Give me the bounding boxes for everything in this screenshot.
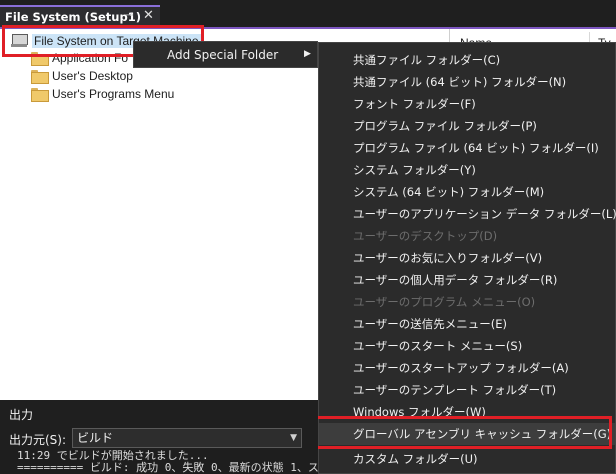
menu-item-program-files[interactable]: プログラム ファイル フォルダー(P) (319, 115, 615, 137)
menu-item-user-programs-menu: ユーザーのプログラム メニュー(O) (353, 295, 536, 309)
menu-item-user-desktop: ユーザーのデスクトップ(D) (353, 229, 498, 243)
menu-item-user-startup[interactable]: ユーザーのスタートアップ フォルダー(A) (319, 357, 615, 379)
folder-icon (31, 70, 49, 84)
output-source-label: 出力元(S): (9, 433, 67, 447)
context-menu: Add Special Folder ▶ (133, 41, 318, 68)
menu-item-user-send-to[interactable]: ユーザーの送信先メニュー(E) (319, 313, 615, 335)
folder-icon (31, 88, 49, 102)
menu-item-system[interactable]: システム フォルダー(Y) (319, 159, 615, 181)
output-log[interactable]: 11:29 でビルドが開始されました... ========== ビルド: 成功… (0, 450, 318, 474)
menu-item-common-files-64[interactable]: 共通ファイル (64 ビット) フォルダー(N) (319, 71, 615, 93)
menu-item-program-files-64[interactable]: プログラム ファイル (64 ビット) フォルダー(I) (319, 137, 615, 159)
menu-item-user-favorites[interactable]: ユーザーのお気に入りフォルダー(V) (319, 247, 615, 269)
computer-icon (11, 34, 28, 48)
menu-item-fonts[interactable]: フォント フォルダー(F) (319, 93, 615, 115)
chevron-down-icon: ▼ (290, 433, 297, 443)
menu-item-custom-folder[interactable]: カスタム フォルダー(U) (319, 448, 615, 470)
tree-node-label: User's Desktop (52, 69, 133, 83)
tab-title: File System (Setup1) (5, 10, 141, 24)
menu-item-user-templates[interactable]: ユーザーのテンプレート フォルダー(T) (319, 379, 615, 401)
special-folder-submenu: 共通ファイル フォルダー(C) 共通ファイル (64 ビット) フォルダー(N)… (318, 42, 616, 474)
output-source-value: ビルド (77, 431, 114, 445)
menu-item-user-app-data[interactable]: ユーザーのアプリケーション データ フォルダー(L) (319, 203, 616, 225)
tree-node-users-desktop[interactable]: User's Desktop (31, 67, 133, 85)
output-panel: 出力 出力元(S): ビルド ▼ 11:29 でビルドが開始されました... =… (0, 400, 318, 474)
tab-file-system[interactable]: File System (Setup1) ⊸ ✕ (0, 5, 160, 27)
output-title: 出力 (9, 408, 34, 422)
menu-item-add-special-folder[interactable]: Add Special Folder (167, 48, 278, 62)
menu-item-user-personal-data[interactable]: ユーザーの個人用データ フォルダー(R) (319, 269, 615, 291)
menu-item-system-64[interactable]: システム (64 ビット) フォルダー(M) (319, 181, 615, 203)
close-icon[interactable]: ✕ (143, 8, 154, 23)
tree-node-application-folder[interactable]: Application Fo (31, 49, 128, 67)
submenu-arrow-icon: ▶ (304, 49, 311, 59)
tree-node-label: Application Fo (52, 51, 129, 65)
output-source-select[interactable]: ビルド ▼ (72, 428, 302, 448)
log-line: ========== ビルド: 成功 0、失敗 0、最新の状態 1、スキップ (17, 461, 318, 474)
pin-icon[interactable]: ⊸ (125, 10, 133, 21)
menu-item-common-files[interactable]: 共通ファイル フォルダー(C) (319, 49, 615, 71)
folder-icon (31, 52, 49, 66)
menu-item-windows[interactable]: Windows フォルダー(W) (319, 401, 615, 423)
menu-item-global-assembly-cache[interactable]: グローバル アセンブリ キャッシュ フォルダー(G) (319, 423, 615, 445)
document-tab-strip: File System (Setup1) ⊸ ✕ (0, 0, 616, 27)
tree-node-users-programs-menu[interactable]: User's Programs Menu (31, 85, 174, 103)
tree-node-label: User's Programs Menu (52, 87, 175, 101)
menu-item-user-start-menu[interactable]: ユーザーのスタート メニュー(S) (319, 335, 615, 357)
